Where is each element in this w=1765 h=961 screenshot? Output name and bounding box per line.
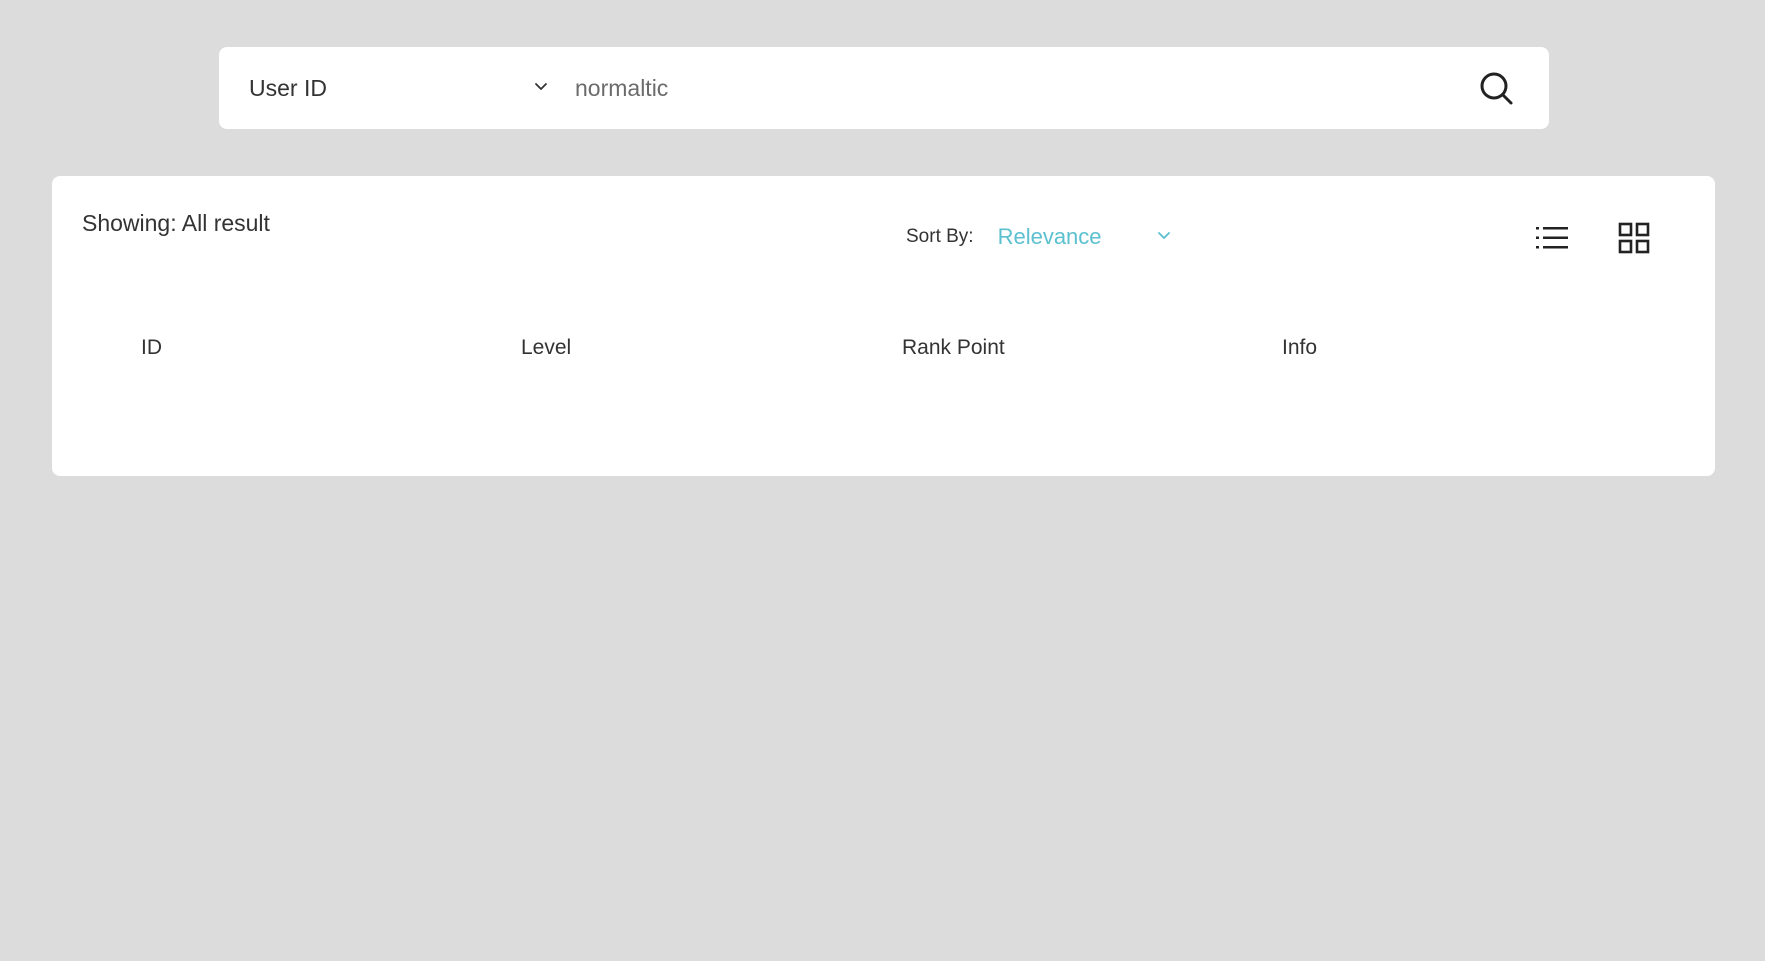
sort-label: Sort By: [906, 226, 974, 247]
search-icon [1480, 72, 1513, 105]
grid-view-button[interactable] [1614, 218, 1654, 258]
chevron-down-icon [535, 83, 547, 90]
results-table-header: ID Level Rank Point Info [52, 336, 1715, 366]
search-type-dropdown[interactable]: User ID [249, 47, 551, 129]
sort-value: Relevance [997, 224, 1102, 249]
search-type-label: User ID [249, 74, 327, 101]
column-header-level[interactable]: Level [521, 336, 571, 360]
sort-dropdown[interactable]: Relevance [998, 222, 1173, 252]
list-view-button[interactable] [1532, 218, 1572, 258]
column-header-info[interactable]: Info [1282, 336, 1317, 360]
search-button[interactable] [1474, 66, 1518, 110]
results-panel: Showing: All result Sort By: Relevance I… [52, 176, 1715, 476]
sort-group: Sort By: Relevance [906, 222, 1173, 252]
grid-view-icon [1618, 222, 1650, 254]
list-view-icon [1536, 227, 1568, 249]
showing-label: Showing: All result [82, 210, 270, 236]
search-bar: User ID [219, 47, 1549, 129]
column-header-rank-point[interactable]: Rank Point [902, 336, 1005, 360]
column-header-id[interactable]: ID [141, 336, 162, 360]
chevron-down-icon [1157, 232, 1170, 239]
search-input[interactable] [575, 66, 1375, 110]
